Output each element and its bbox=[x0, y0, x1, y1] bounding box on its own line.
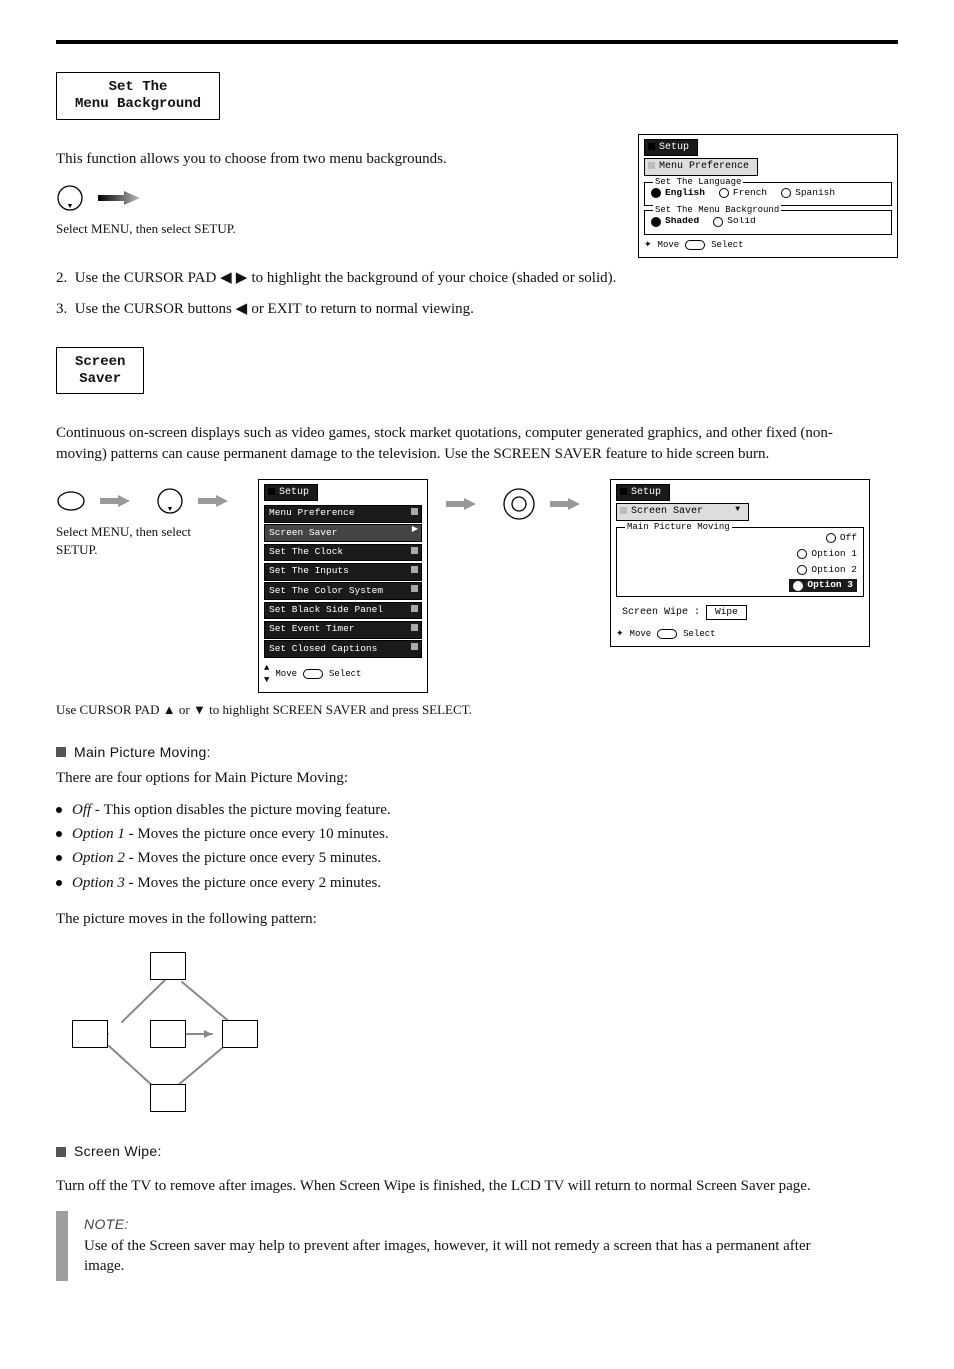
heading-main-picture-moving: Main Picture Moving: bbox=[56, 743, 898, 762]
osd-lang-spanish: Spanish bbox=[781, 187, 835, 200]
ss-title-line2: Saver bbox=[75, 371, 125, 388]
osd-tab-setup: Setup bbox=[616, 484, 670, 502]
screen-wipe-text: Turn off the TV to remove after images. … bbox=[56, 1176, 876, 1196]
bullet-icon bbox=[56, 807, 62, 813]
dpad-icon: ✦ bbox=[616, 628, 624, 640]
diagram-box-bottom bbox=[150, 1084, 186, 1112]
movement-pattern-diagram bbox=[62, 944, 272, 1124]
bg-title-line2: Menu Background bbox=[75, 96, 201, 113]
osd-group-background: Set The Menu Background Shaded Solid bbox=[644, 210, 892, 235]
osd-screen-saver: Setup Screen Saver▼ Main Picture Moving … bbox=[610, 479, 870, 647]
menu-button-icon bbox=[56, 490, 86, 512]
select-button-icon bbox=[657, 629, 677, 639]
heading-screen-wipe: Screen Wipe: bbox=[56, 1142, 898, 1161]
osd-wipe-button: Wipe bbox=[706, 605, 747, 620]
bg-caption1: Select MENU, then select SETUP. bbox=[56, 220, 614, 238]
bg-step2: 2. Use the CURSOR PAD ◀ ▶ to highlight t… bbox=[56, 268, 898, 288]
svg-text:▼: ▼ bbox=[167, 505, 174, 513]
section-title-box-ss: Screen Saver bbox=[56, 347, 144, 395]
svg-text:▼: ▼ bbox=[67, 202, 74, 210]
osd-tab-screen-saver: Screen Saver▼ bbox=[616, 503, 749, 521]
osd-hint-bar: ▲▼ Move Select bbox=[264, 662, 422, 686]
bullet-icon bbox=[56, 831, 62, 837]
top-rule bbox=[56, 40, 898, 44]
osd-opt-2: Option 2 bbox=[797, 564, 857, 577]
osd-tab-menu-pref: Menu Preference bbox=[644, 158, 758, 176]
arrow-right-icon bbox=[100, 494, 142, 508]
diagram-box-top bbox=[150, 952, 186, 980]
cursor-pad-icon: ▼ bbox=[156, 487, 184, 515]
arrow-right-icon bbox=[98, 189, 140, 207]
ss-caption-left: Select MENU, then select SETUP. bbox=[56, 523, 216, 558]
note-label: NOTE: bbox=[84, 1215, 844, 1234]
ss-intro: Continuous on-screen displays such as vi… bbox=[56, 423, 876, 464]
arrow-right-icon bbox=[550, 497, 592, 511]
osd-item-set-clock: Set The Clock bbox=[264, 544, 422, 562]
diagram-box-left bbox=[72, 1020, 108, 1048]
square-bullet-icon bbox=[56, 1147, 66, 1157]
osd-item-set-event-timer: Set Event Timer bbox=[264, 621, 422, 639]
moving-options-list: Off - This option disables the picture m… bbox=[56, 800, 898, 893]
osd-hint-bar: ✦ Move Select bbox=[644, 239, 892, 251]
osd-item-set-closed-captions: Set Closed Captions bbox=[264, 640, 422, 658]
arrow-right-icon bbox=[446, 497, 488, 511]
osd-opt-3: Option 3 bbox=[789, 579, 857, 592]
osd-screen-wipe-row: Screen Wipe : Wipe bbox=[622, 605, 858, 620]
osd-item-menu-preference: Menu Preference bbox=[264, 505, 422, 523]
bg-step3: 3. Use the CURSOR buttons ◀ or EXIT to r… bbox=[56, 299, 898, 319]
osd-menu-preference: Setup Menu Preference Set The Language E… bbox=[638, 134, 898, 259]
osd-bg-solid: Solid bbox=[713, 215, 756, 228]
ss-title-line1: Screen bbox=[75, 354, 125, 371]
moving-intro: There are four options for Main Picture … bbox=[56, 768, 898, 788]
section-title-box-bg: Set The Menu Background bbox=[56, 72, 220, 120]
osd-item-set-color-system: Set The Color System bbox=[264, 582, 422, 600]
osd-tab-setup: Setup bbox=[644, 139, 698, 157]
diagram-box-center bbox=[150, 1020, 186, 1048]
osd-opt-1: Option 1 bbox=[797, 548, 857, 561]
osd-hint-bar: ✦ Move Select bbox=[616, 628, 864, 640]
osd-bg-shaded: Shaded bbox=[651, 215, 699, 228]
osd-item-set-black-side-panel: Set Black Side Panel bbox=[264, 602, 422, 620]
bullet-icon bbox=[56, 855, 62, 861]
cursor-pad-select-icon bbox=[502, 487, 536, 521]
cursor-pad-icon: ▼ bbox=[56, 184, 84, 212]
bg-title-line1: Set The bbox=[75, 79, 201, 96]
section-menu-background: Set The Menu Background This function al… bbox=[56, 72, 898, 319]
osd-lang-english: English bbox=[651, 187, 705, 200]
section-screen-saver: Screen Saver Continuous on-screen displa… bbox=[56, 347, 898, 1281]
bg-intro: This function allows you to choose from … bbox=[56, 149, 614, 169]
osd-lang-french: French bbox=[719, 187, 767, 200]
osd-setup-list: Setup Menu Preference Screen Saver▶ Set … bbox=[258, 479, 428, 693]
osd-opt-off: Off bbox=[826, 532, 857, 545]
moving-post: The picture moves in the following patte… bbox=[56, 909, 898, 929]
dpad-icon: ✦ bbox=[644, 239, 652, 251]
bullet-icon bbox=[56, 880, 62, 886]
osd-group-language: Set The Language English French Spanish bbox=[644, 182, 892, 207]
note-text: Use of the Screen saver may help to prev… bbox=[84, 1236, 844, 1277]
ss-caption-mid: Use CURSOR PAD ▲ or ▼ to highlight SCREE… bbox=[56, 701, 898, 719]
square-bullet-icon bbox=[56, 747, 66, 757]
updown-icon: ▲▼ bbox=[264, 662, 269, 686]
arrow-right-icon bbox=[198, 494, 240, 508]
select-button-icon bbox=[303, 669, 323, 679]
select-button-icon bbox=[685, 240, 705, 250]
osd-item-screen-saver: Screen Saver▶ bbox=[264, 524, 422, 542]
diagram-box-right bbox=[222, 1020, 258, 1048]
osd-main-picture-moving: Main Picture Moving Off Option 1 Option … bbox=[616, 527, 864, 597]
remote-step-row: ▼ bbox=[56, 184, 614, 212]
note-block: NOTE: Use of the Screen saver may help t… bbox=[56, 1211, 844, 1280]
osd-tab-setup: Setup bbox=[264, 484, 318, 502]
osd-item-set-inputs: Set The Inputs bbox=[264, 563, 422, 581]
